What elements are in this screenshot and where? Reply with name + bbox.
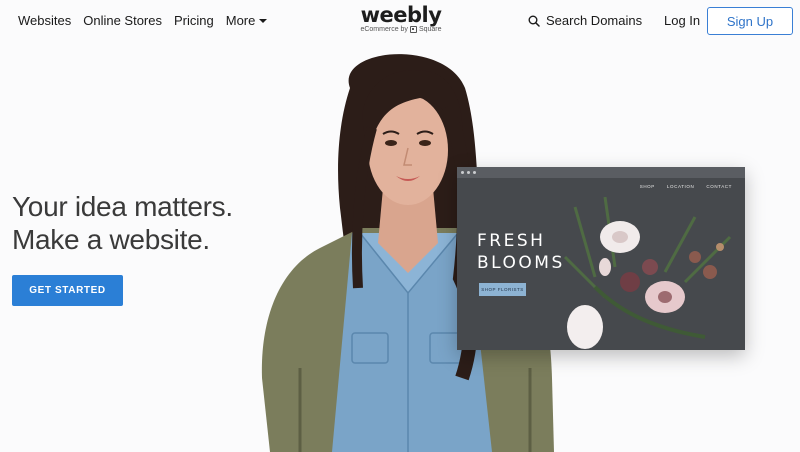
browser-bar	[457, 167, 745, 178]
signup-button[interactable]: Sign Up	[707, 7, 793, 35]
logo-wordmark: weebly	[360, 3, 442, 27]
window-dot-icon	[473, 171, 476, 174]
nav-websites[interactable]: Websites	[18, 13, 71, 28]
preview-title-line-1: FRESH	[477, 231, 546, 251]
chevron-down-icon	[259, 18, 268, 23]
preview-nav-shop: SHOP	[639, 184, 655, 189]
headline-line-2: Make a website.	[12, 224, 210, 255]
headline-line-1: Your idea matters.	[12, 191, 233, 222]
site-preview-card: SHOP LOCATION CONTACT FRESH BLOOMS SHOP …	[457, 167, 745, 350]
preview-title-line-2: BLOOMS	[477, 253, 565, 273]
nav-online-stores[interactable]: Online Stores	[83, 13, 162, 28]
window-dot-icon	[461, 171, 464, 174]
hero-headline: Your idea matters. Make a website.	[12, 190, 233, 256]
nav-pricing[interactable]: Pricing	[174, 13, 214, 28]
window-dot-icon	[467, 171, 470, 174]
search-domains-label: Search Domains	[546, 13, 643, 28]
logo-partner: Square	[418, 26, 442, 33]
main-nav: Websites Online Stores Pricing More	[18, 13, 279, 28]
logo-tagline: eCommerce by Square	[340, 26, 462, 33]
preview-nav: SHOP LOCATION CONTACT	[640, 184, 732, 189]
preview-shop-button: SHOP FLORISTS	[479, 283, 526, 296]
search-icon	[528, 15, 540, 27]
get-started-button[interactable]: GET STARTED	[12, 275, 123, 306]
logo-tagline-text: eCommerce by	[360, 26, 408, 33]
preview-title: FRESH BLOOMS	[477, 230, 565, 274]
nav-more[interactable]: More	[226, 13, 268, 28]
square-logo-icon	[409, 26, 417, 33]
flower-bouquet-image	[563, 197, 732, 349]
login-link[interactable]: Log In	[664, 13, 700, 28]
search-domains-link[interactable]: Search Domains	[528, 13, 642, 28]
preview-nav-contact: CONTACT	[706, 184, 732, 189]
nav-more-label: More	[225, 13, 256, 28]
weebly-logo[interactable]: weebly eCommerce by Square	[340, 3, 462, 33]
preview-nav-location: LOCATION	[666, 184, 695, 189]
